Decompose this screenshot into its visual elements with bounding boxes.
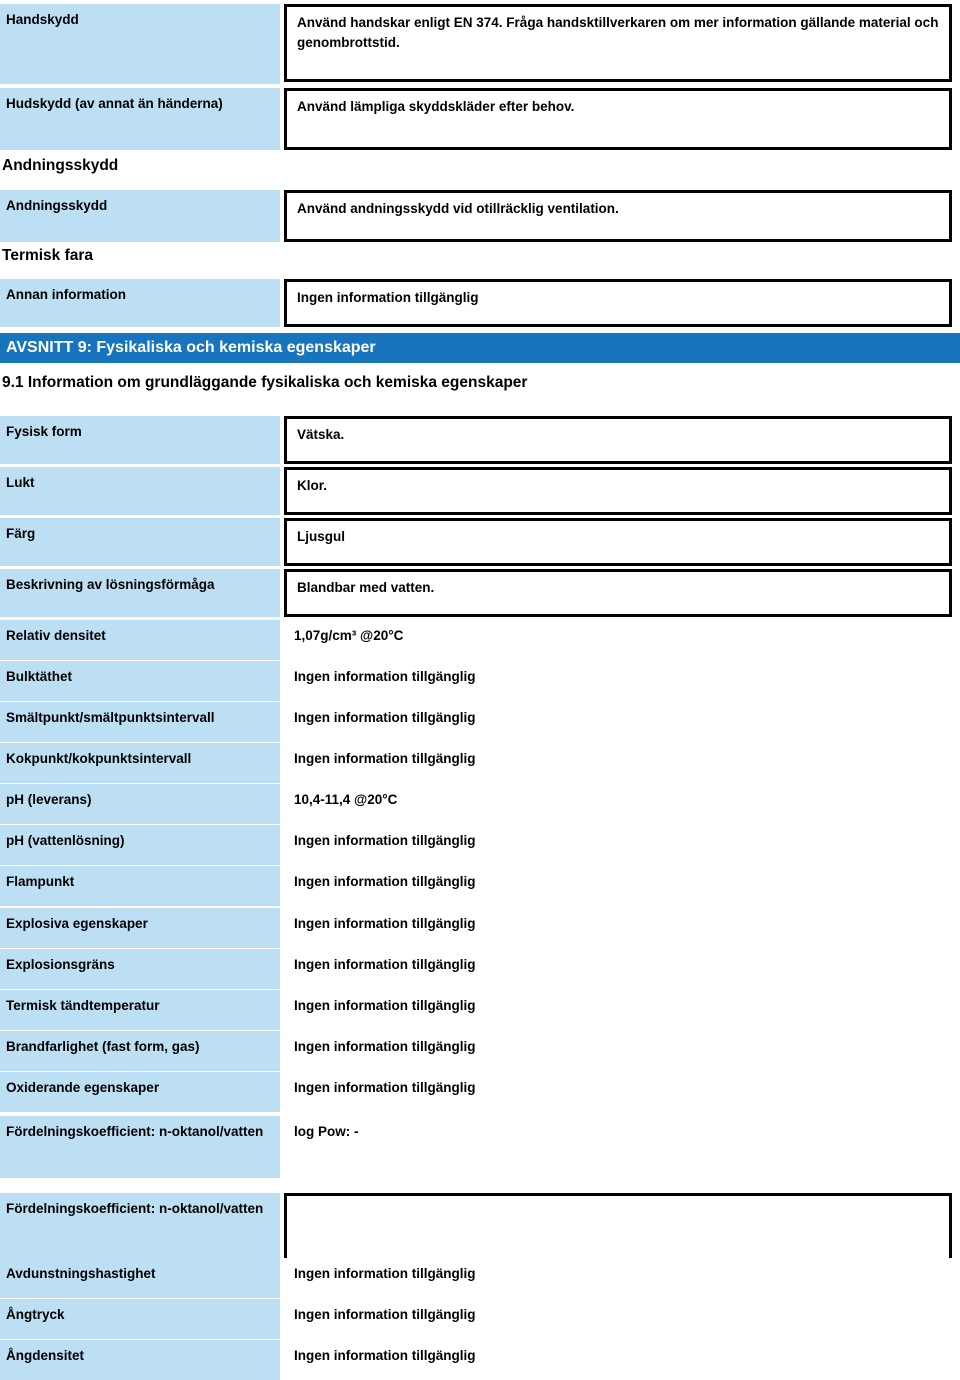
- row-label: Flampunkt: [0, 866, 280, 906]
- row-label: Smältpunkt/smältpunktsintervall: [0, 702, 280, 742]
- table-row-relative-density: Relativ densitet 1,07g/cm³ @20°C: [0, 620, 960, 660]
- row-value: Använd handskar enligt EN 374. Fråga han…: [284, 4, 952, 82]
- table-row-evaporation-rate: Avdunstningshastighet Ingen information …: [0, 1258, 960, 1298]
- subheading-respiratory-protection: Andningsskydd: [2, 157, 119, 174]
- row-value: Ingen information tillgänglig: [284, 825, 952, 865]
- table-row-ph-supplied: pH (leverans) 10,4-11,4 @20°C: [0, 784, 960, 824]
- row-value: Ingen information tillgänglig: [284, 1340, 952, 1380]
- row-label: Explosiva egenskaper: [0, 908, 280, 948]
- row-label: pH (vattenlösning): [0, 825, 280, 865]
- row-value: Ingen information tillgänglig: [284, 990, 952, 1030]
- table-row-physical-form: Fysisk form Vätska.: [0, 416, 960, 464]
- table-row-hand-protection: Handskydd Använd handskar enligt EN 374.…: [0, 4, 960, 84]
- row-label: Fördelningskoefficient: n-oktanol/vatten: [0, 1193, 280, 1265]
- row-label: Fördelningskoefficient: n-oktanol/vatten: [0, 1116, 280, 1178]
- row-value: 1,07g/cm³ @20°C: [284, 620, 952, 660]
- row-label: Bulktäthet: [0, 661, 280, 701]
- row-value: log Pow: -: [284, 1116, 952, 1178]
- row-value: Ingen information tillgänglig: [284, 661, 952, 701]
- table-row-respiratory-protection: Andningsskydd Använd andningsskydd vid o…: [0, 190, 960, 242]
- row-value: Ingen information tillgänglig: [284, 702, 952, 742]
- row-label: Färg: [0, 518, 280, 566]
- row-value: Använd lämpliga skyddskläder efter behov…: [284, 88, 952, 150]
- table-row-solubility: Beskrivning av lösningsförmåga Blandbar …: [0, 569, 960, 617]
- row-value: Ingen information tillgänglig: [284, 743, 952, 783]
- row-value: Ingen information tillgänglig: [284, 279, 952, 327]
- row-value: Vätska.: [284, 416, 952, 464]
- table-row-colour: Färg Ljusgul: [0, 518, 960, 566]
- row-label: Lukt: [0, 467, 280, 515]
- row-label: Ångtryck: [0, 1299, 280, 1339]
- row-label: Andningsskydd: [0, 190, 280, 242]
- row-value: Ingen information tillgänglig: [284, 1072, 952, 1112]
- table-row-explosive-properties: Explosiva egenskaper Ingen information t…: [0, 908, 960, 948]
- row-value: 10,4-11,4 @20°C: [284, 784, 952, 824]
- row-label: Termisk tändtemperatur: [0, 990, 280, 1030]
- row-label: Kokpunkt/kokpunktsintervall: [0, 743, 280, 783]
- table-row-odour: Lukt Klor.: [0, 467, 960, 515]
- table-row-partition-coefficient-empty: Fördelningskoefficient: n-oktanol/vatten: [0, 1193, 960, 1265]
- row-value: Ingen information tillgänglig: [284, 908, 952, 948]
- row-value: Ingen information tillgänglig: [284, 1031, 952, 1071]
- row-label: Hudskydd (av annat än händerna): [0, 88, 280, 150]
- table-row-flash-point: Flampunkt Ingen information tillgänglig: [0, 866, 960, 906]
- table-row-vapour-pressure: Ångtryck Ingen information tillgänglig: [0, 1299, 960, 1339]
- subsection-heading-9-1: 9.1 Information om grundläggande fysikal…: [2, 374, 528, 391]
- subheading-thermal-hazard: Termisk fara: [2, 247, 94, 264]
- row-label: Avdunstningshastighet: [0, 1258, 280, 1298]
- table-row-partition-coefficient: Fördelningskoefficient: n-oktanol/vatten…: [0, 1116, 960, 1178]
- table-row-skin-protection: Hudskydd (av annat än händerna) Använd l…: [0, 88, 960, 150]
- row-value: Ingen information tillgänglig: [284, 949, 952, 989]
- row-label: Oxiderande egenskaper: [0, 1072, 280, 1112]
- row-label: Fysisk form: [0, 416, 280, 464]
- table-row-vapour-density: Ångdensitet Ingen information tillgängli…: [0, 1340, 960, 1380]
- row-label: Explosionsgräns: [0, 949, 280, 989]
- table-row-bulk-density: Bulktäthet Ingen information tillgänglig: [0, 661, 960, 701]
- row-label: Beskrivning av lösningsförmåga: [0, 569, 280, 617]
- row-value: Ljusgul: [284, 518, 952, 566]
- row-value: Klor.: [284, 467, 952, 515]
- section-heading-9: AVSNITT 9: Fysikaliska och kemiska egens…: [0, 333, 960, 363]
- row-label: Ångdensitet: [0, 1340, 280, 1380]
- row-label: Brandfarlighet (fast form, gas): [0, 1031, 280, 1071]
- table-row-oxidising-properties: Oxiderande egenskaper Ingen information …: [0, 1072, 960, 1112]
- row-label: pH (leverans): [0, 784, 280, 824]
- row-value: Ingen information tillgänglig: [284, 1258, 952, 1298]
- row-value: Ingen information tillgänglig: [284, 866, 952, 906]
- sds-page: Handskydd Använd handskar enligt EN 374.…: [0, 0, 960, 1380]
- row-label: Relativ densitet: [0, 620, 280, 660]
- row-value-empty-box: [284, 1193, 952, 1265]
- row-label: Annan information: [0, 279, 280, 327]
- table-row-flammability: Brandfarlighet (fast form, gas) Ingen in…: [0, 1031, 960, 1071]
- row-value: Ingen information tillgänglig: [284, 1299, 952, 1339]
- table-row-melting-point: Smältpunkt/smältpunktsintervall Ingen in…: [0, 702, 960, 742]
- table-row-explosion-limit: Explosionsgräns Ingen information tillgä…: [0, 949, 960, 989]
- row-label: Handskydd: [0, 4, 280, 84]
- table-row-ph-aqueous: pH (vattenlösning) Ingen information til…: [0, 825, 960, 865]
- row-value: Använd andningsskydd vid otillräcklig ve…: [284, 190, 952, 242]
- table-row-boiling-point: Kokpunkt/kokpunktsintervall Ingen inform…: [0, 743, 960, 783]
- table-row-auto-ignition-temperature: Termisk tändtemperatur Ingen information…: [0, 990, 960, 1030]
- table-row-other-information: Annan information Ingen information till…: [0, 279, 960, 327]
- row-value: Blandbar med vatten.: [284, 569, 952, 617]
